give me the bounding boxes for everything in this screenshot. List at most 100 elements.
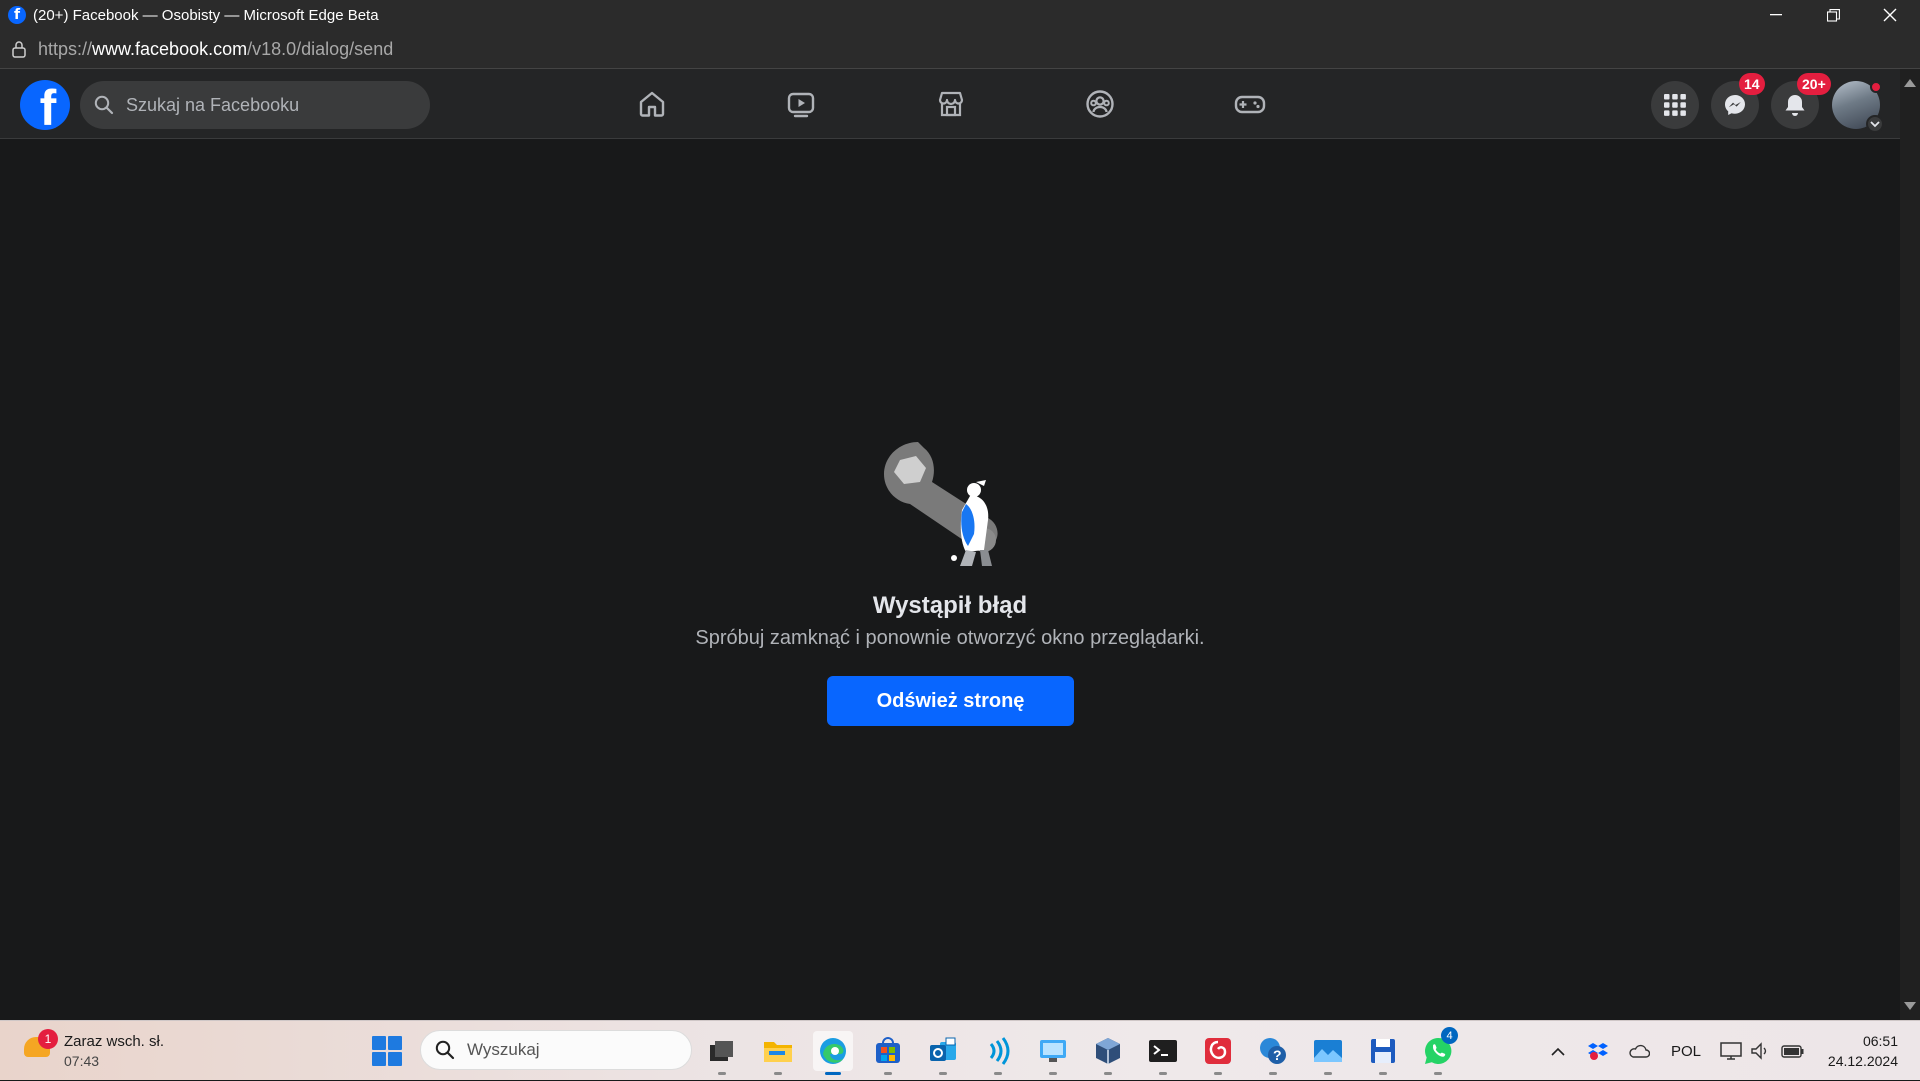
- restore-icon: [1826, 8, 1840, 22]
- grid-menu-icon: [1664, 94, 1686, 116]
- facebook-search-input[interactable]: [124, 93, 404, 117]
- tray-battery[interactable]: [1780, 1021, 1806, 1081]
- url-path: /v18.0/dialog/send: [247, 38, 394, 59]
- taskbar-app-virtualbox[interactable]: [1088, 1031, 1128, 1075]
- gamepad-icon: [1234, 95, 1266, 114]
- messenger-icon: [1725, 95, 1745, 115]
- taskbar-app-store[interactable]: [868, 1031, 908, 1075]
- taskbar-search-box[interactable]: [420, 1030, 692, 1070]
- messenger-button[interactable]: 14: [1711, 73, 1765, 129]
- speaker-icon: [1751, 1042, 1767, 1060]
- tray-dropbox[interactable]: [1585, 1021, 1611, 1081]
- start-button[interactable]: [372, 1036, 402, 1066]
- floppy-disk-icon: [1371, 1039, 1395, 1063]
- task-view-icon: [710, 1041, 733, 1061]
- pdf-reader-icon: [1205, 1038, 1231, 1064]
- remote-desktop-icon: [1040, 1040, 1066, 1062]
- groups-icon: [1086, 90, 1114, 118]
- virtualbox-icon: [1096, 1038, 1120, 1064]
- facebook-header: f 14 20+: [0, 69, 1900, 139]
- taskbar-app-remote-desktop[interactable]: [1033, 1031, 1073, 1075]
- audio-waves-icon: [989, 1037, 1010, 1065]
- menu-button[interactable]: [1651, 81, 1699, 129]
- clock-date: 24.12.2024: [1827, 1053, 1898, 1069]
- folder-icon: [764, 1042, 792, 1062]
- refresh-page-button[interactable]: Odśwież stronę: [827, 676, 1074, 726]
- error-title: Wystąpił błąd: [872, 592, 1028, 619]
- tab-groups[interactable]: [1025, 69, 1175, 139]
- chevron-down-icon[interactable]: [1866, 115, 1884, 133]
- windows-logo-icon: [372, 1036, 386, 1050]
- network-icon: [1720, 1042, 1742, 1060]
- weather-widget[interactable]: 1 Zaraz wsch. sł. 07:43: [20, 1029, 190, 1073]
- scroll-down-arrow-icon[interactable]: [1904, 1002, 1916, 1010]
- minimize-icon: [1770, 14, 1782, 16]
- taskbar-app-audio[interactable]: [978, 1031, 1018, 1075]
- tray-onedrive[interactable]: [1625, 1021, 1653, 1081]
- language-indicator[interactable]: POL: [1664, 1021, 1708, 1081]
- facebook-favicon-icon: f: [8, 6, 26, 24]
- notifications-button[interactable]: 20+: [1771, 73, 1831, 129]
- photos-icon: [1314, 1040, 1342, 1062]
- windows-taskbar: 1 Zaraz wsch. sł. 07:43 ?: [0, 1020, 1920, 1080]
- help-chat-icon: ?: [1260, 1038, 1286, 1064]
- url-host: www.facebook.com: [92, 38, 248, 59]
- chevron-up-icon: [1551, 1047, 1565, 1056]
- tab-watch[interactable]: [726, 69, 876, 139]
- taskbar-app-help[interactable]: ?: [1253, 1031, 1293, 1075]
- taskbar-app-terminal[interactable]: [1143, 1031, 1183, 1075]
- battery-icon: [1781, 1045, 1804, 1058]
- bell-icon: [1785, 95, 1805, 116]
- close-window-button[interactable]: [1862, 0, 1918, 30]
- shop-icon: [938, 91, 964, 117]
- taskbar-clock[interactable]: 06:51 24.12.2024: [1828, 1031, 1898, 1071]
- window-title: (20+) Facebook — Osobisty — Microsoft Ed…: [33, 6, 379, 24]
- outlook-icon: [930, 1037, 956, 1061]
- search-icon: [94, 95, 114, 115]
- video-icon: [787, 92, 815, 118]
- address-bar[interactable]: https://www.facebook.com/v18.0/dialog/se…: [0, 30, 1920, 69]
- taskbar-app-task-view[interactable]: [702, 1031, 742, 1075]
- whatsapp-badge: 4: [1441, 1027, 1458, 1044]
- minimize-button[interactable]: [1748, 0, 1804, 30]
- terminal-icon: [1149, 1040, 1177, 1062]
- weather-time: 07:43: [64, 1053, 100, 1069]
- close-icon: [1883, 8, 1897, 22]
- taskbar-search-input[interactable]: [465, 1039, 665, 1061]
- taskbar-app-outlook[interactable]: [923, 1031, 963, 1075]
- window-titlebar: f (20+) Facebook — Osobisty — Microsoft …: [0, 0, 1920, 30]
- search-icon: [435, 1040, 455, 1060]
- tray-network[interactable]: [1718, 1021, 1744, 1081]
- clock-time: 06:51: [1862, 1033, 1898, 1049]
- tray-volume[interactable]: [1748, 1021, 1772, 1081]
- facebook-search-box[interactable]: [80, 81, 430, 129]
- tab-gaming[interactable]: [1175, 69, 1325, 139]
- taskbar-app-whatsapp[interactable]: 4: [1418, 1027, 1458, 1075]
- taskbar-app-pdf[interactable]: [1198, 1031, 1238, 1075]
- edge-icon: [820, 1038, 846, 1064]
- messenger-badge: 14: [1739, 73, 1765, 95]
- account-avatar[interactable]: [1832, 81, 1884, 133]
- avatar-status-dot: [1870, 81, 1882, 93]
- show-hidden-icons-button[interactable]: [1545, 1021, 1571, 1081]
- taskbar-app-edge[interactable]: [813, 1031, 853, 1075]
- page-scrollbar[interactable]: [1900, 69, 1920, 1020]
- taskbar-app-photos[interactable]: [1308, 1031, 1348, 1075]
- cloud-icon: [1629, 1044, 1650, 1058]
- tab-home[interactable]: [577, 69, 727, 139]
- tab-marketplace[interactable]: [876, 69, 1026, 139]
- facebook-logo-icon[interactable]: f: [20, 80, 70, 130]
- error-wrench-illustration: [884, 442, 998, 566]
- scroll-up-arrow-icon[interactable]: [1904, 79, 1916, 87]
- dropbox-icon: [1588, 1043, 1608, 1060]
- taskbar-app-file-explorer[interactable]: [758, 1031, 798, 1075]
- taskbar-app-save[interactable]: [1363, 1031, 1403, 1075]
- restore-button[interactable]: [1805, 0, 1861, 30]
- store-icon: [876, 1037, 900, 1063]
- lock-icon[interactable]: [11, 40, 27, 58]
- svg-text:?: ?: [1273, 1047, 1282, 1063]
- weather-title: Zaraz wsch. sł.: [64, 1033, 165, 1050]
- weather-badge: 1: [38, 1029, 58, 1049]
- notifications-badge: 20+: [1797, 73, 1831, 95]
- home-icon: [639, 91, 665, 117]
